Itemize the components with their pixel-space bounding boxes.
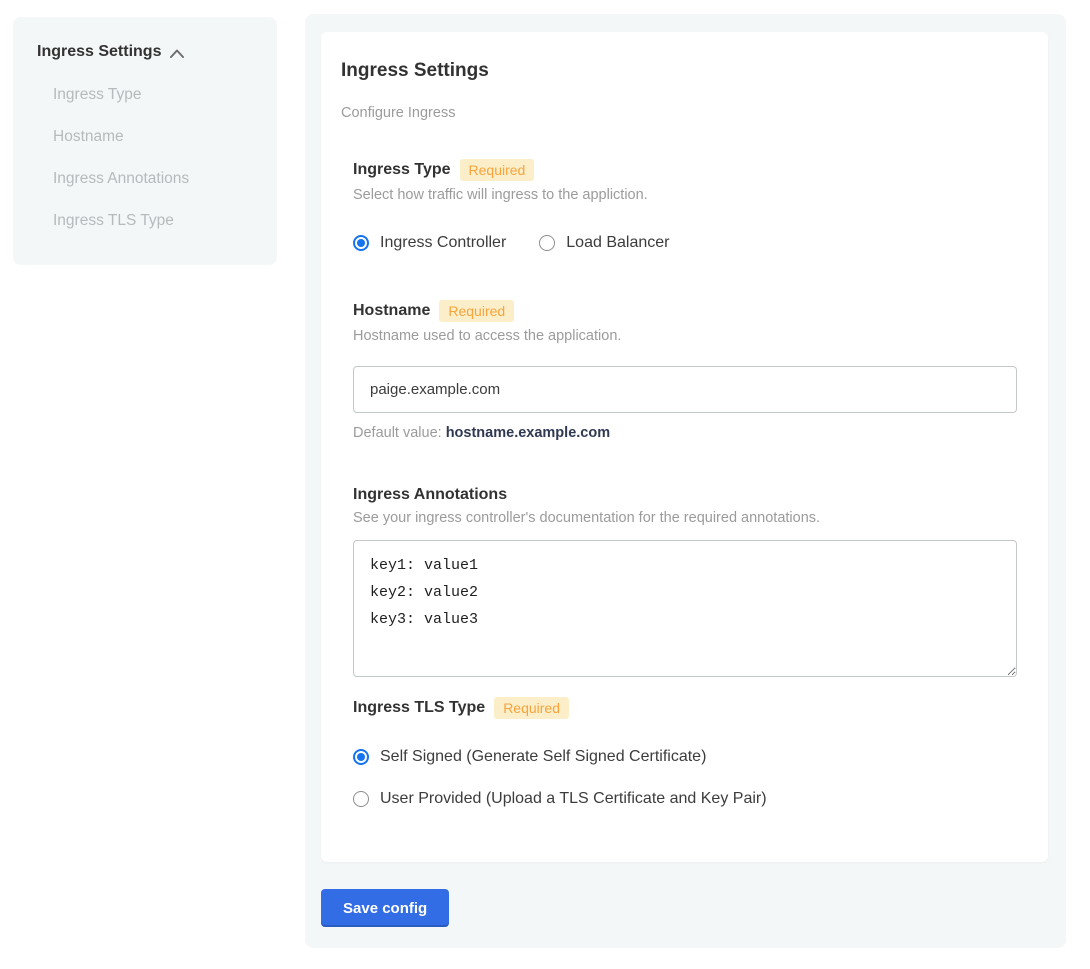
- ingress-tls-type-label: Ingress TLS Type: [353, 699, 485, 717]
- sidebar-item-list: Ingress Type Hostname Ingress Annotation…: [37, 86, 257, 229]
- radio-user-provided[interactable]: [353, 791, 369, 807]
- sidebar-group-ingress-settings[interactable]: Ingress Settings: [37, 43, 257, 61]
- radio-ingress-controller[interactable]: [353, 235, 369, 251]
- page-subtitle: Configure Ingress: [341, 105, 1016, 121]
- radio-label: Ingress Controller: [380, 234, 506, 252]
- hostname-default-line: Default value: hostname.example.com: [353, 425, 1016, 441]
- ingress-type-label: Ingress Type: [353, 161, 451, 179]
- page-title: Ingress Settings: [341, 60, 1016, 82]
- radio-load-balancer[interactable]: [539, 235, 555, 251]
- ingress-annotations-textarea[interactable]: key1: value1 key2: value2 key3: value3: [353, 540, 1017, 677]
- hostname-input[interactable]: [353, 366, 1017, 413]
- ingress-type-radio-group: Ingress Controller Load Balancer: [353, 234, 1016, 252]
- radio-label: Self Signed (Generate Self Signed Certif…: [380, 748, 706, 766]
- default-value-label: Default value:: [353, 425, 442, 441]
- config-nav-sidebar: Ingress Settings Ingress Type Hostname I…: [13, 17, 277, 265]
- ingress-settings-card: Ingress Settings Configure Ingress Ingre…: [321, 32, 1048, 862]
- radio-label: Load Balancer: [566, 234, 669, 252]
- required-badge: Required: [439, 300, 514, 322]
- sidebar-item-ingress-type[interactable]: Ingress Type: [53, 86, 257, 103]
- sidebar-group-label: Ingress Settings: [37, 43, 161, 61]
- sidebar-item-ingress-annotations[interactable]: Ingress Annotations: [53, 170, 257, 187]
- default-value-text: hostname.example.com: [446, 425, 610, 441]
- config-panel: Ingress Settings Configure Ingress Ingre…: [305, 14, 1066, 948]
- required-badge: Required: [460, 159, 535, 181]
- hostname-help: Hostname used to access the application.: [353, 328, 1016, 344]
- section-ingress-annotations: Ingress Annotations See your ingress con…: [353, 486, 1016, 677]
- sidebar-item-hostname[interactable]: Hostname: [53, 128, 257, 145]
- sidebar-item-ingress-tls-type[interactable]: Ingress TLS Type: [53, 212, 257, 229]
- radio-option-user-provided[interactable]: User Provided (Upload a TLS Certificate …: [353, 790, 1016, 808]
- radio-option-self-signed[interactable]: Self Signed (Generate Self Signed Certif…: [353, 748, 1016, 766]
- ingress-annotations-label: Ingress Annotations: [353, 486, 507, 504]
- ingress-type-help: Select how traffic will ingress to the a…: [353, 187, 1016, 203]
- radio-option-load-balancer[interactable]: Load Balancer: [539, 234, 669, 252]
- hostname-label: Hostname: [353, 302, 430, 320]
- section-hostname: Hostname Required Hostname used to acces…: [353, 300, 1016, 441]
- ingress-annotations-help: See your ingress controller's documentat…: [353, 510, 1016, 526]
- radio-option-ingress-controller[interactable]: Ingress Controller: [353, 234, 506, 252]
- radio-self-signed[interactable]: [353, 749, 369, 765]
- chevron-up-icon: [170, 49, 184, 58]
- radio-label: User Provided (Upload a TLS Certificate …: [380, 790, 767, 808]
- section-ingress-type: Ingress Type Required Select how traffic…: [353, 159, 1016, 252]
- save-config-button[interactable]: Save config: [321, 889, 449, 927]
- section-ingress-tls-type: Ingress TLS Type Required Self Signed (G…: [353, 697, 1016, 808]
- required-badge: Required: [494, 697, 569, 719]
- ingress-tls-radio-group: Self Signed (Generate Self Signed Certif…: [353, 748, 1016, 808]
